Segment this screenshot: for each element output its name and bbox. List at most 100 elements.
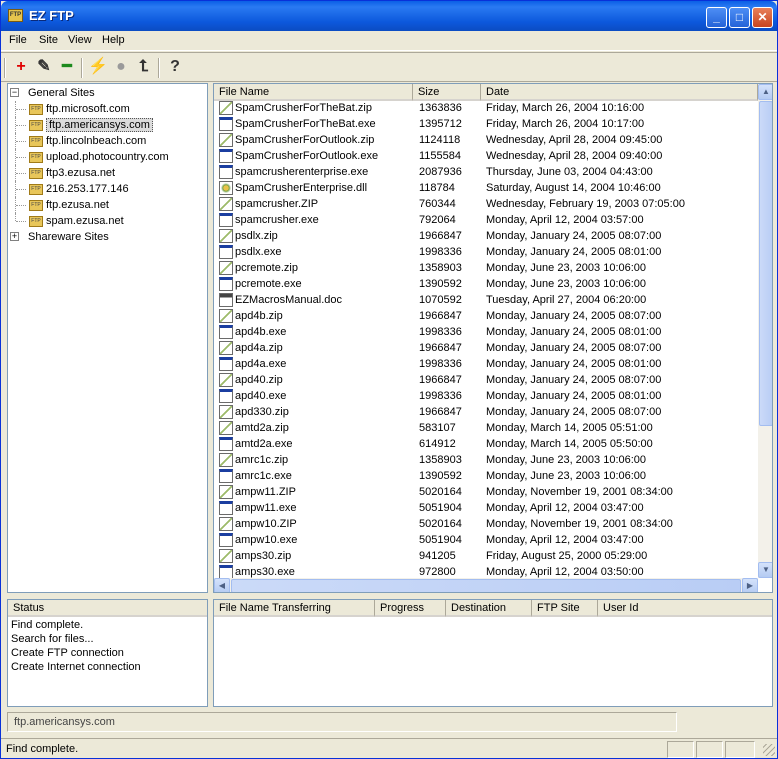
file-row[interactable]: EZMacrosManual.doc 1070592 Tuesday, April … xyxy=(214,292,758,308)
ftp-folder-icon: FTP xyxy=(29,200,43,211)
file-row[interactable]: apd4a.zip 1966847 Monday, January 24, 2005… xyxy=(214,340,758,356)
zip-file-icon xyxy=(219,453,233,467)
zip-file-icon xyxy=(219,405,233,419)
vertical-scrollbar[interactable]: ▲ ▼ xyxy=(758,84,772,578)
file-size: 1998336 xyxy=(419,358,462,370)
close-button[interactable]: ✕ xyxy=(752,7,773,28)
menu-view[interactable]: View xyxy=(68,34,92,46)
file-date: Monday, January 24, 2005 08:07:00 xyxy=(486,374,662,386)
tree-group-shareware-sites[interactable]: + Shareware Sites xyxy=(8,229,207,245)
site-tree[interactable]: − General Sites FTP ftp.microsoft.com FTP ftp… xyxy=(7,83,208,593)
file-row[interactable]: spamcrusher.exe 792064 Monday, April 12, 2… xyxy=(214,212,758,228)
file-row[interactable]: SpamCrusherForOutlook.zip 1124118 Wednesda… xyxy=(214,132,758,148)
file-row[interactable]: spamcrusher.ZIP 760344 Wednesday, February… xyxy=(214,196,758,212)
maximize-button[interactable]: □ xyxy=(729,7,750,28)
file-row[interactable]: amrc1c.zip 1358903 Monday, June 23, 2003 1… xyxy=(214,452,758,468)
file-size: 1966847 xyxy=(419,310,462,322)
file-row[interactable]: pcremote.zip 1358903 Monday, June 23, 2003… xyxy=(214,260,758,276)
file-date: Wednesday, April 28, 2004 09:40:00 xyxy=(486,150,663,162)
file-row[interactable]: pcremote.exe 1390592 Monday, June 23, 2003… xyxy=(214,276,758,292)
transfer-queue[interactable]: File Name Transferring Progress Destinatio… xyxy=(213,599,773,707)
file-row[interactable]: psdlx.zip 1966847 Monday, January 24, 2005… xyxy=(214,228,758,244)
exe-file-icon xyxy=(219,325,233,339)
transfer-column-progress[interactable]: Progress xyxy=(375,600,446,617)
file-row[interactable]: SpamCrusherForTheBat.zip 1363836 Friday, M… xyxy=(214,100,758,116)
file-row[interactable]: ampw11.ZIP 5020164 Monday, November 19, 20… xyxy=(214,484,758,500)
ftp-folder-icon: FTP xyxy=(29,136,43,147)
file-date: Monday, June 23, 2003 10:06:00 xyxy=(486,470,647,482)
zip-file-icon xyxy=(219,229,233,243)
menu-site[interactable]: Site xyxy=(39,34,58,46)
scroll-right-icon[interactable]: ▶ xyxy=(742,578,758,592)
scroll-left-icon[interactable]: ◀ xyxy=(214,578,230,592)
collapse-icon[interactable]: − xyxy=(10,88,19,97)
file-row[interactable]: amrc1c.exe 1390592 Monday, June 23, 2003 1… xyxy=(214,468,758,484)
folder-up-button[interactable]: ⮤ xyxy=(133,57,155,79)
file-row[interactable]: apd40.exe 1998336 Monday, January 24, 2005… xyxy=(214,388,758,404)
file-row[interactable]: SpamCrusherForOutlook.exe 1155584 Wednesda… xyxy=(214,148,758,164)
transfer-column-ftp-site[interactable]: FTP Site xyxy=(532,600,598,617)
horizontal-scrollbar[interactable]: ◀ ▶ xyxy=(214,578,758,592)
tree-site[interactable]: FTP upload.photocountry.com xyxy=(8,149,207,165)
file-row[interactable]: psdlx.exe 1998336 Monday, January 24, 2005… xyxy=(214,244,758,260)
file-size: 1966847 xyxy=(419,342,462,354)
status-line: Search for files... xyxy=(11,633,94,645)
file-row[interactable]: spamcrusherenterprise.exe 2087936 Thursday… xyxy=(214,164,758,180)
tree-connector xyxy=(15,213,16,221)
exe-file-icon xyxy=(219,213,233,227)
tree-group-general-sites[interactable]: − General Sites xyxy=(8,85,207,101)
tree-site[interactable]: FTP spam.ezusa.net xyxy=(8,213,207,229)
add-site-button[interactable]: + xyxy=(10,57,32,79)
transfer-column-file-name-transferring[interactable]: File Name Transferring xyxy=(214,600,375,617)
file-row[interactable]: apd4b.exe 1998336 Monday, January 24, 2005… xyxy=(214,324,758,340)
scroll-up-icon[interactable]: ▲ xyxy=(758,84,772,100)
file-row[interactable]: amtd2a.zip 583107 Monday, March 14, 2005 0… xyxy=(214,420,758,436)
menu-help[interactable]: Help xyxy=(102,34,125,46)
tree-site[interactable]: FTP 216.253.177.146 xyxy=(8,181,207,197)
transfer-column-destination[interactable]: Destination xyxy=(446,600,532,617)
tree-site[interactable]: FTP ftp.americansys.com xyxy=(8,117,207,133)
zip-file-icon xyxy=(219,373,233,387)
tree-site[interactable]: FTP ftp3.ezusa.net xyxy=(8,165,207,181)
connect-button[interactable]: ⚡ xyxy=(87,57,109,79)
remove-site-button[interactable]: ━ xyxy=(56,57,78,79)
minimize-button[interactable]: _ xyxy=(706,7,727,28)
tree-site[interactable]: FTP ftp.ezusa.net xyxy=(8,197,207,213)
tree-site[interactable]: FTP ftp.microsoft.com xyxy=(8,101,207,117)
menu-file[interactable]: File xyxy=(9,34,27,46)
file-row[interactable]: SpamCrusherForTheBat.exe 1395712 Friday, M… xyxy=(214,116,758,132)
file-row[interactable]: apd4a.exe 1998336 Monday, January 24, 2005… xyxy=(214,356,758,372)
help-button[interactable]: ? xyxy=(164,57,186,79)
file-row[interactable]: amps30.zip 941205 Friday, August 25, 2000 … xyxy=(214,548,758,564)
edit-site-button[interactable]: ✎ xyxy=(33,57,55,79)
file-row[interactable]: ampw11.exe 5051904 Monday, April 12, 2004 … xyxy=(214,500,758,516)
file-row[interactable]: apd40.zip 1966847 Monday, January 24, 2005… xyxy=(214,372,758,388)
file-size: 2087936 xyxy=(419,166,462,178)
file-row[interactable]: apd330.zip 1966847 Monday, January 24, 200… xyxy=(214,404,758,420)
file-row[interactable]: amtd2a.exe 614912 Monday, March 14, 2005 0… xyxy=(214,436,758,452)
scroll-down-icon[interactable]: ▼ xyxy=(758,562,772,578)
exe-file-icon xyxy=(219,501,233,515)
file-date: Monday, June 23, 2003 10:06:00 xyxy=(486,454,647,466)
file-row[interactable]: ampw10.ZIP 5020164 Monday, November 19, 20… xyxy=(214,516,758,532)
file-row[interactable]: ampw10.exe 5051904 Monday, April 12, 2004 … xyxy=(214,532,758,548)
file-size: 5051904 xyxy=(419,502,462,514)
resize-grip[interactable] xyxy=(763,744,775,756)
transfer-column-user-id[interactable]: User Id xyxy=(598,600,772,617)
file-row[interactable]: SpamCrusherEnterprise.dll 118784 Saturday,… xyxy=(214,180,758,196)
expand-icon[interactable]: + xyxy=(10,232,19,241)
title-bar[interactable]: FTP EZ FTP _ □ ✕ xyxy=(1,1,777,31)
file-size: 1395712 xyxy=(419,118,462,130)
column-header-size[interactable]: Size xyxy=(413,84,481,101)
file-row[interactable]: apd4b.zip 1966847 Monday, January 24, 2005… xyxy=(214,308,758,324)
file-list[interactable]: File Name Size Date SpamCrusherForTheBat.z… xyxy=(213,83,773,593)
disconnect-button[interactable]: ● xyxy=(110,57,132,79)
tree-site[interactable]: FTP ftp.lincolnbeach.com xyxy=(8,133,207,149)
file-date: Tuesday, April 27, 2004 06:20:00 xyxy=(486,294,647,306)
vertical-scroll-thumb[interactable] xyxy=(759,101,772,426)
file-date: Monday, March 14, 2005 05:51:00 xyxy=(486,422,653,434)
horizontal-scroll-thumb[interactable] xyxy=(231,579,741,592)
tree-connector xyxy=(16,109,26,110)
column-header-file-name[interactable]: File Name xyxy=(214,84,413,101)
column-header-date[interactable]: Date xyxy=(481,84,758,101)
